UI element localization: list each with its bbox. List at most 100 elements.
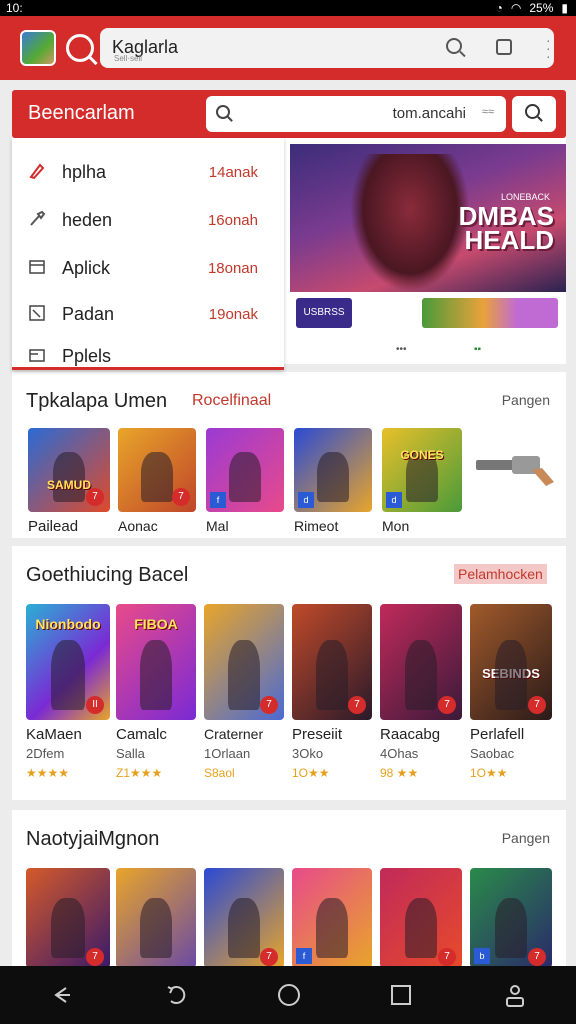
search-icon[interactable] bbox=[446, 38, 462, 54]
game-tile[interactable]: 7 bbox=[380, 604, 462, 720]
tile-subtitle: 2Dfem bbox=[26, 746, 65, 761]
tile-tag: d bbox=[386, 492, 402, 508]
game-tile[interactable]: 7 bbox=[380, 868, 462, 968]
tile-badge: 7 bbox=[528, 948, 546, 966]
app-tile[interactable]: d bbox=[294, 428, 372, 512]
tile-name: Mon bbox=[382, 518, 410, 534]
search-icon bbox=[216, 105, 230, 119]
section-tag[interactable]: Rocelfinaal bbox=[192, 392, 271, 410]
game-tile[interactable]: f bbox=[292, 868, 372, 968]
dropdown-item[interactable]: heden 16onah bbox=[12, 196, 284, 242]
overview-icon[interactable] bbox=[386, 980, 416, 1010]
see-more-link[interactable]: Pangen bbox=[502, 830, 550, 846]
panel-title: Beencarlam bbox=[28, 102, 135, 124]
dropdown-item-value: 18onan bbox=[207, 260, 258, 277]
tile-rating: S8aol bbox=[204, 766, 235, 780]
search-panel: Beencarlam tom.ancahi ≈≈ bbox=[12, 90, 566, 138]
back-icon[interactable] bbox=[46, 980, 76, 1010]
brush-icon bbox=[30, 210, 46, 226]
wifi-icon: ◠ bbox=[510, 1, 522, 15]
app-tile[interactable]: SAMUD 7 bbox=[28, 428, 110, 512]
tile-badge: 7 bbox=[86, 948, 104, 966]
image-icon bbox=[29, 305, 45, 321]
search-field[interactable]: Kaglarla Sell·sell · · · bbox=[100, 28, 554, 68]
tile-name: Perlafell bbox=[470, 726, 525, 743]
tile-art-text: Nionbodo bbox=[35, 616, 101, 632]
tile-rating: 1O★★ bbox=[470, 766, 508, 780]
banner-chip[interactable]: USBRSS bbox=[296, 298, 352, 328]
tile-badge: 7 bbox=[86, 488, 104, 506]
panel-input-value: tom.ancahi bbox=[392, 105, 466, 122]
tile-name: Preseiit bbox=[292, 726, 343, 743]
game-tile[interactable] bbox=[116, 868, 196, 968]
banner-chip-label: USBRSS bbox=[303, 307, 345, 318]
see-more-link[interactable]: Pelamhocken bbox=[454, 564, 547, 584]
game-tile[interactable]: 7 bbox=[204, 868, 284, 968]
tile-art bbox=[494, 640, 528, 710]
section-title: Tpkalapa Umen bbox=[26, 390, 168, 412]
more-vert-icon[interactable]: · · · bbox=[546, 33, 551, 63]
tile-badge: II bbox=[86, 696, 104, 714]
panel-search-input[interactable]: tom.ancahi ≈≈ bbox=[206, 96, 506, 132]
status-icons: ◔ ◠ 25% ▮ bbox=[496, 1, 568, 15]
banner-hero-art bbox=[350, 154, 470, 292]
see-more-link[interactable]: Pangen bbox=[502, 392, 550, 408]
dropdown-item-value: 19onak bbox=[208, 306, 258, 323]
tile-art-text: GONES bbox=[400, 448, 444, 462]
game-tile[interactable]: 7 bbox=[292, 604, 372, 720]
tile-art bbox=[494, 898, 528, 958]
app-tile[interactable]: 7 bbox=[118, 428, 196, 512]
tile-badge: 7 bbox=[348, 696, 366, 714]
app-tile[interactable]: GONES d bbox=[382, 428, 462, 512]
battery-level: 25% bbox=[529, 1, 554, 15]
section-title: NaotyjaiMgnon bbox=[26, 828, 160, 850]
dropdown-item-label: Padan bbox=[62, 304, 115, 324]
dropdown-menu: hplha 14anak heden 16onah Aplick 18onan … bbox=[12, 138, 284, 370]
game-tile[interactable]: FIBOA bbox=[116, 604, 196, 720]
tile-name: Raacabg bbox=[380, 726, 441, 743]
game-tile[interactable]: Nionbodo II bbox=[26, 604, 110, 720]
game-tile[interactable]: 7 bbox=[26, 868, 110, 968]
game-tile[interactable]: SEBINDS 7 bbox=[470, 604, 552, 720]
carousel-indicator: ▪▪ bbox=[474, 344, 482, 355]
app-logo[interactable] bbox=[20, 30, 56, 66]
search-subtext: Sell·sell bbox=[114, 54, 143, 63]
status-bar: 10: ◔ ◠ 25% ▮ bbox=[0, 0, 576, 16]
game-tile[interactable]: 7 bbox=[204, 604, 284, 720]
dropdown-item[interactable]: hplha 14anak bbox=[12, 148, 284, 194]
home-icon[interactable] bbox=[274, 980, 304, 1010]
tabs-icon[interactable] bbox=[496, 39, 512, 55]
tile-name: Pailead bbox=[28, 518, 79, 535]
tile-art bbox=[316, 898, 348, 958]
featured-banner[interactable]: LONEBACK DMBAS HEALD bbox=[290, 144, 566, 292]
tile-badge: 7 bbox=[172, 488, 190, 506]
tile-art-text: FIBOA bbox=[134, 616, 178, 632]
section-featured-games: Goethiucing Bacel Pelamhocken Nionbodo I… bbox=[12, 546, 566, 800]
app-tile[interactable]: f bbox=[206, 428, 284, 512]
tile-name: KaMaen bbox=[26, 726, 82, 743]
section-title: Goethiucing Bacel bbox=[26, 564, 189, 586]
battery-icon: ▮ bbox=[561, 1, 568, 15]
tile-name: Mal bbox=[206, 518, 229, 534]
tile-art bbox=[140, 898, 172, 958]
tile-tag: b bbox=[474, 948, 490, 964]
search-icon[interactable] bbox=[66, 34, 94, 62]
profile-icon[interactable] bbox=[500, 980, 530, 1010]
dropdown-item[interactable]: Pplels bbox=[12, 332, 284, 367]
tile-badge: 7 bbox=[438, 696, 456, 714]
tile-art bbox=[317, 451, 349, 502]
tile-art bbox=[404, 640, 438, 710]
game-tile[interactable]: b 7 bbox=[470, 868, 552, 968]
dropdown-item[interactable]: Padan 19onak bbox=[12, 290, 284, 336]
recent-rotate-icon[interactable] bbox=[162, 980, 192, 1010]
banner-chip[interactable] bbox=[422, 298, 558, 328]
dropdown-item[interactable]: Aplick 18onan bbox=[12, 244, 284, 290]
section-new-games: NaotyjaiMgnon Pangen 7 7 f 7 b 7 bbox=[12, 810, 566, 970]
tile-badge: 7 bbox=[260, 948, 278, 966]
gun-graphic bbox=[476, 456, 554, 486]
panel-search-button[interactable] bbox=[512, 96, 556, 132]
alarm-icon: ◔ bbox=[495, 1, 503, 15]
banner-title-line2: HEALD bbox=[464, 225, 554, 255]
dropdown-item-value: 14anak bbox=[208, 164, 258, 181]
dropdown-item-label: heden bbox=[62, 210, 113, 230]
